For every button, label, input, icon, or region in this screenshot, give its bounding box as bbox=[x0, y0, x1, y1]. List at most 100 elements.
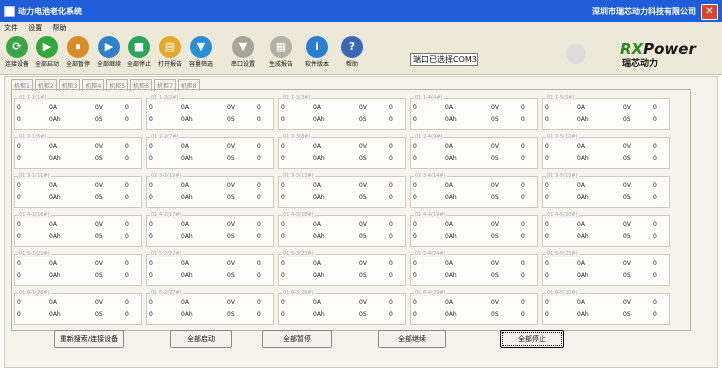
channel-title: 01 5-4(24#) bbox=[414, 251, 447, 257]
connect-icon: ⟳ bbox=[6, 36, 28, 58]
menu-file[interactable]: 文件 bbox=[0, 22, 22, 34]
channel-capacity: 0Ah bbox=[445, 155, 457, 162]
channel-cycle: 0 bbox=[257, 155, 261, 162]
channel-cell: 01 2-3(8#) 0 0A 0V 0 0 0Ah 0S 0 bbox=[278, 134, 406, 169]
channel-status: 0 bbox=[413, 260, 417, 267]
stop-all-button[interactable]: 全部停止 bbox=[500, 330, 564, 348]
channel-status: 0 bbox=[545, 221, 549, 228]
serial-port-icon: ▼ bbox=[232, 36, 254, 58]
toolbar-button-label: 连接设备 bbox=[4, 61, 29, 68]
channel-capacity-row: 0 0Ah 0S 0 bbox=[545, 311, 667, 320]
channel-time: 0S bbox=[95, 311, 103, 318]
channel-cell: 01 6-1(26#) 0 0A 0V 0 0 0Ah 0S 0 bbox=[14, 290, 142, 325]
channel-cell: 01 4-2(17#) 0 0A 0V 0 0 0Ah 0S 0 bbox=[146, 212, 274, 247]
filter-toolbar-button[interactable]: ▼ 容量筛选 bbox=[186, 34, 216, 68]
channel-capacity-row: 0 0Ah 0S 0 bbox=[281, 272, 403, 281]
serial-port-toolbar-button[interactable]: ▼ 串口设置 bbox=[228, 34, 258, 68]
channel-count: 0 bbox=[125, 299, 129, 306]
channel-current: 0A bbox=[49, 182, 57, 189]
channel-voltage: 0V bbox=[623, 143, 631, 150]
connect-toolbar-button[interactable]: ⟳ 连接设备 bbox=[2, 34, 32, 68]
channel-cycle: 0 bbox=[653, 116, 657, 123]
open-folder-toolbar-button[interactable]: ▤ 打开报告 bbox=[155, 34, 185, 68]
menu-help[interactable]: 帮助 bbox=[48, 22, 70, 34]
channel-count: 0 bbox=[125, 104, 129, 111]
channel-current: 0A bbox=[181, 260, 189, 267]
channel-readings-row: 0 0A 0V 0 bbox=[281, 143, 403, 152]
channel-count: 0 bbox=[521, 221, 525, 228]
channel-step: 0 bbox=[149, 311, 153, 318]
help-toolbar-button[interactable]: ? 帮助 bbox=[337, 34, 367, 68]
menu-bar: 文件 设置 帮助 bbox=[0, 22, 722, 34]
channel-title: 01 2-2(7#) bbox=[150, 134, 180, 140]
channel-current: 0A bbox=[49, 104, 57, 111]
channel-count: 0 bbox=[257, 104, 261, 111]
channel-readings-row: 0 0A 0V 0 bbox=[281, 299, 403, 308]
channel-status: 0 bbox=[545, 182, 549, 189]
channel-count: 0 bbox=[389, 104, 393, 111]
channel-cell: 01 1-5(5#) 0 0A 0V 0 0 0Ah 0S 0 bbox=[542, 95, 670, 130]
channel-cell: 01 6-5(30#) 0 0A 0V 0 0 0Ah 0S 0 bbox=[542, 290, 670, 325]
channel-status: 0 bbox=[281, 221, 285, 228]
channel-step: 0 bbox=[281, 194, 285, 201]
channel-count: 0 bbox=[521, 260, 525, 267]
stop-toolbar-button[interactable]: ■ 全部停止 bbox=[124, 34, 154, 68]
channel-capacity: 0Ah bbox=[181, 272, 193, 279]
channel-voltage: 0V bbox=[359, 299, 367, 306]
port-status-field: 端口已选择COM3 bbox=[410, 53, 478, 66]
channel-voltage: 0V bbox=[623, 182, 631, 189]
channel-cycle: 0 bbox=[257, 194, 261, 201]
play-toolbar-button[interactable]: ▶ 全部启动 bbox=[32, 34, 62, 68]
close-button[interactable]: ✕ bbox=[701, 4, 718, 20]
channel-readings-row: 0 0A 0V 0 bbox=[413, 221, 535, 230]
channel-readings-row: 0 0A 0V 0 bbox=[149, 299, 271, 308]
menu-settings[interactable]: 设置 bbox=[24, 22, 46, 34]
channel-cycle: 0 bbox=[125, 311, 129, 318]
channel-step: 0 bbox=[545, 116, 549, 123]
pause-all-button[interactable]: 全部暂停 bbox=[262, 330, 332, 348]
rescan-connect-button[interactable]: 重新搜索/连接设备 bbox=[54, 330, 124, 348]
report-icon: ▦ bbox=[270, 36, 292, 58]
channel-capacity: 0Ah bbox=[577, 272, 589, 279]
channel-time: 0S bbox=[227, 155, 235, 162]
channel-voltage: 0V bbox=[227, 221, 235, 228]
channel-cycle: 0 bbox=[125, 233, 129, 240]
channel-title: 01 2-1(6#) bbox=[18, 134, 48, 140]
channel-cycle: 0 bbox=[653, 233, 657, 240]
channel-time: 0S bbox=[623, 116, 631, 123]
channel-title: 01 3-1(11#) bbox=[18, 173, 51, 179]
channel-current: 0A bbox=[445, 104, 453, 111]
report-toolbar-button[interactable]: ▦ 生成报告 bbox=[266, 34, 296, 68]
channel-capacity: 0Ah bbox=[577, 116, 589, 123]
pause-toolbar-button[interactable]: ⏸ 全部暂停 bbox=[63, 34, 93, 68]
channel-title: 01 1-2(2#) bbox=[150, 95, 180, 101]
info-toolbar-button[interactable]: i 软件版本 bbox=[302, 34, 332, 68]
channel-status: 0 bbox=[413, 299, 417, 306]
toolbar-button-label: 全部暂停 bbox=[65, 61, 90, 68]
channel-status: 0 bbox=[149, 299, 153, 306]
resume-all-button[interactable]: 全部继续 bbox=[378, 330, 446, 348]
channel-count: 0 bbox=[653, 221, 657, 228]
resume-toolbar-button[interactable]: ▶ 全部继续 bbox=[94, 34, 124, 68]
channel-current: 0A bbox=[49, 260, 57, 267]
start-all-button[interactable]: 全部启动 bbox=[170, 330, 232, 348]
channel-voltage: 0V bbox=[359, 182, 367, 189]
channel-capacity: 0Ah bbox=[577, 311, 589, 318]
channel-readings-row: 0 0A 0V 0 bbox=[17, 260, 139, 269]
channel-cycle: 0 bbox=[389, 116, 393, 123]
channel-cell: 01 5-1(21#) 0 0A 0V 0 0 0Ah 0S 0 bbox=[14, 251, 142, 286]
channel-cell: 01 5-3(23#) 0 0A 0V 0 0 0Ah 0S 0 bbox=[278, 251, 406, 286]
channel-capacity-row: 0 0Ah 0S 0 bbox=[149, 155, 271, 164]
channel-readings-row: 0 0A 0V 0 bbox=[413, 143, 535, 152]
channel-capacity-row: 0 0Ah 0S 0 bbox=[281, 233, 403, 242]
channel-title: 01 5-1(21#) bbox=[18, 251, 51, 257]
channel-current: 0A bbox=[313, 182, 321, 189]
channel-cell: 01 4-3(18#) 0 0A 0V 0 0 0Ah 0S 0 bbox=[278, 212, 406, 247]
channel-cell: 01 3-2(12#) 0 0A 0V 0 0 0Ah 0S 0 bbox=[146, 173, 274, 208]
channel-voltage: 0V bbox=[623, 260, 631, 267]
channel-capacity-row: 0 0Ah 0S 0 bbox=[17, 233, 139, 242]
channel-voltage: 0V bbox=[227, 104, 235, 111]
channel-readings-row: 0 0A 0V 0 bbox=[17, 104, 139, 113]
channel-readings-row: 0 0A 0V 0 bbox=[149, 221, 271, 230]
channel-count: 0 bbox=[389, 299, 393, 306]
